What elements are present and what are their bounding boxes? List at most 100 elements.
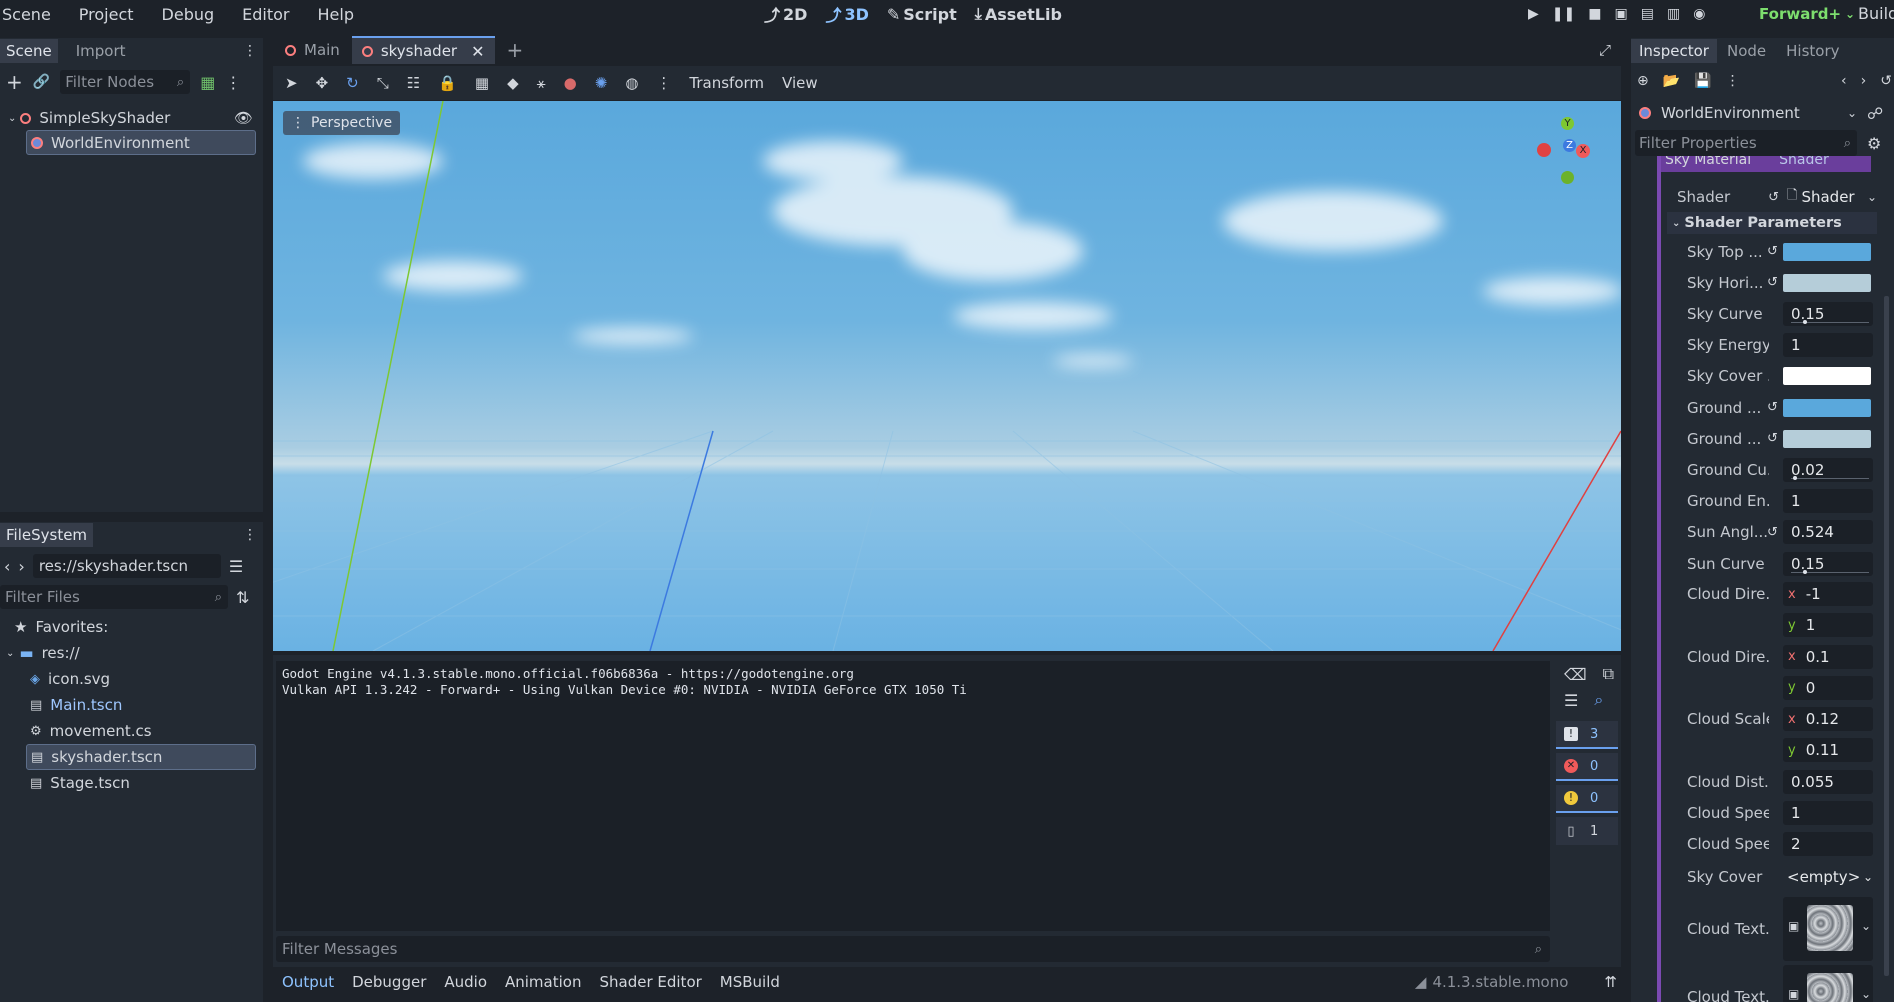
slider-grabber[interactable]	[1802, 570, 1807, 574]
color-picker[interactable]	[1783, 429, 1871, 448]
collapse-arrow-icon[interactable]: ⌄	[6, 648, 14, 659]
tab-filesystem[interactable]: FileSystem	[0, 523, 94, 547]
sky-material-value[interactable]: Shader	[1779, 156, 1829, 168]
movie-maker-icon[interactable]: ◉	[1693, 6, 1705, 22]
slider-track[interactable]	[1791, 478, 1869, 480]
res-root-item[interactable]: ⌄ ▬ res://	[0, 640, 263, 666]
revert-icon[interactable]: ↺	[1767, 275, 1778, 290]
file-item[interactable]: ⚙ movement.cs	[0, 718, 263, 744]
visibility-eye-icon[interactable]: 👁	[234, 109, 253, 127]
file-item[interactable]: ▤ Main.tscn	[0, 692, 263, 718]
history-forward-icon[interactable]: ›	[1861, 73, 1867, 89]
sort-icon[interactable]: ⇅	[236, 588, 249, 607]
tab-msbuild[interactable]: MSBuild	[720, 973, 780, 991]
workspace-3d[interactable]: ⤴ 3D	[825, 2, 868, 26]
filter-messages-toggle[interactable]: ! 3	[1556, 721, 1618, 749]
group-icon[interactable]: ▦	[475, 74, 489, 92]
link-icon[interactable]: 🔗	[33, 74, 50, 90]
menu-help[interactable]: Help	[318, 5, 354, 24]
workspace-2d[interactable]: ⤴ 2D	[764, 2, 807, 26]
move-tool-icon[interactable]: ✥	[316, 74, 329, 92]
scrollbar[interactable]	[1884, 296, 1889, 976]
scale-tool-icon[interactable]: ⤡	[377, 74, 389, 92]
select-tool-icon[interactable]: ➤	[285, 74, 298, 92]
filter-properties-input[interactable]: Filter Properties ⌕	[1635, 130, 1857, 156]
revert-icon[interactable]: ↺	[1767, 525, 1778, 540]
open-resource-icon[interactable]: 📂	[1663, 73, 1680, 89]
perspective-menu[interactable]: ⋮ Perspective	[283, 111, 401, 135]
collapse-arrow-icon[interactable]: ⌄	[8, 113, 16, 124]
more-icon[interactable]: ⋮	[656, 74, 671, 92]
color-picker[interactable]	[1783, 242, 1871, 261]
search-icon[interactable]: ⌕	[1594, 690, 1603, 710]
sun-preview-icon[interactable]: ✺	[595, 74, 608, 92]
vector-y-field[interactable]: y 0.11	[1783, 738, 1873, 763]
menu-scene[interactable]: Scene	[2, 5, 51, 24]
filter-info-toggle[interactable]: ▯ 1	[1556, 817, 1618, 845]
property-options-icon[interactable]: ⚙	[1867, 134, 1881, 153]
camera-icon[interactable]: ●	[564, 74, 577, 92]
stop-icon[interactable]: ■	[1588, 6, 1601, 22]
list-select-icon[interactable]: ☷	[407, 74, 420, 92]
play-scene-icon[interactable]: ▤	[1641, 6, 1654, 22]
tab-skyshader[interactable]: skyshader ✕	[351, 36, 495, 64]
distraction-free-icon[interactable]: ⤢	[1599, 41, 1611, 59]
menu-debug[interactable]: Debug	[162, 5, 215, 24]
texture-picker[interactable]: ▣ ⌄	[1783, 965, 1873, 1002]
tab-inspector[interactable]: Inspector	[1631, 39, 1717, 63]
add-node-icon[interactable]: +	[6, 70, 23, 94]
sky-cover-picker[interactable]: <empty> ⌄	[1783, 865, 1873, 889]
attach-script-icon[interactable]: ▦	[200, 73, 215, 92]
menu-project[interactable]: Project	[79, 5, 134, 24]
copy-icon[interactable]: ⧉	[1603, 664, 1614, 684]
back-arrow-icon[interactable]: ‹	[4, 557, 10, 576]
tab-import[interactable]: Import	[58, 39, 144, 63]
play-custom-scene-icon[interactable]: ▥	[1667, 6, 1680, 22]
view-menu[interactable]: View	[782, 74, 818, 92]
filter-warnings-toggle[interactable]: ! 0	[1556, 785, 1618, 813]
expand-panel-icon[interactable]: ⇈	[1604, 973, 1617, 991]
workspace-assetlib[interactable]: ⤓ AssetLib	[975, 4, 1062, 24]
rotate-tool-icon[interactable]: ↻	[346, 74, 359, 92]
tab-scene[interactable]: Scene	[0, 39, 58, 63]
path-field[interactable]: res://skyshader.tscn	[32, 554, 221, 578]
workspace-script[interactable]: ✎ Script	[887, 5, 957, 24]
texture-picker[interactable]: ▣ ⌄	[1783, 897, 1873, 962]
add-tab-icon[interactable]: +	[507, 38, 524, 62]
viewport-3d[interactable]: ⋮ Perspective Y Z X	[273, 101, 1621, 651]
revert-icon[interactable]: ↺	[1767, 400, 1778, 415]
close-icon[interactable]: ✕	[471, 42, 484, 61]
collapse-icon[interactable]: ☰	[1564, 691, 1578, 710]
favorites-item[interactable]: ★ Favorites:	[0, 614, 263, 640]
dock-menu-icon[interactable]: ⋮	[243, 527, 257, 543]
vector-y-field[interactable]: y0	[1783, 675, 1873, 700]
remote-debug-icon[interactable]: ▣	[1614, 6, 1627, 22]
cube-icon[interactable]: ◆	[507, 74, 519, 92]
color-picker[interactable]	[1783, 398, 1871, 417]
save-resource-icon[interactable]: 💾	[1694, 73, 1711, 89]
filter-errors-toggle[interactable]: ✕ 0	[1556, 753, 1618, 781]
shader-picker[interactable]: 🗋 Shader ⌄	[1787, 186, 1877, 208]
property-value[interactable]: 0.055	[1783, 769, 1873, 794]
tab-output[interactable]: Output	[282, 973, 334, 991]
filter-nodes-input[interactable]: Filter Nodes ⌕	[60, 70, 191, 94]
property-value[interactable]: 1	[1783, 801, 1873, 826]
vector-x-field[interactable]: x 0.1	[1783, 644, 1873, 669]
tab-node[interactable]: Node	[1717, 39, 1776, 63]
resource-menu-icon[interactable]: ⋮	[1726, 73, 1740, 89]
revert-icon[interactable]: ↺	[1768, 190, 1779, 205]
play-icon[interactable]: ▶	[1528, 6, 1539, 22]
tree-item-root[interactable]: ⌄ SimpleSkyShader 👁	[0, 106, 263, 130]
menu-editor[interactable]: Editor	[242, 5, 289, 24]
file-item-selected[interactable]: ▤ skyshader.tscn	[26, 744, 256, 770]
vector-y-field[interactable]: y1	[1783, 613, 1873, 638]
local-space-icon[interactable]: ⚹	[537, 74, 546, 92]
split-view-icon[interactable]: ☰	[229, 557, 243, 576]
tab-main[interactable]: Main	[273, 36, 352, 64]
tab-history[interactable]: History	[1776, 39, 1849, 63]
pause-icon[interactable]: ❚❚	[1552, 6, 1575, 22]
tab-animation[interactable]: Animation	[505, 973, 581, 991]
new-resource-icon[interactable]: ⊕	[1637, 73, 1649, 89]
node-settings-icon[interactable]: ☍	[1867, 104, 1883, 123]
property-value[interactable]: 1	[1783, 489, 1873, 514]
